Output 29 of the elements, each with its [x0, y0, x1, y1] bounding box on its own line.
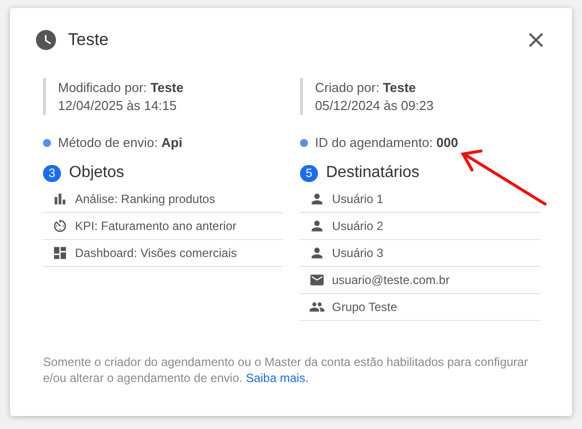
- detail-text: ID do agendamento: 000: [315, 135, 458, 150]
- list-item-text: usuario@teste.com.br: [332, 273, 450, 287]
- list-item-text: Usuário 3: [332, 246, 384, 260]
- date-text: 12/04/2025 às 14:15: [58, 98, 178, 113]
- timer-icon: [52, 218, 68, 234]
- list-item-text: Análise: Ranking produtos: [75, 192, 216, 206]
- dialog-title: Teste: [68, 30, 110, 50]
- list-item-text: Dashboard: Visões comerciais: [75, 246, 237, 260]
- list-item-text: Usuário 1: [332, 192, 384, 206]
- author-text: Modificado por: Teste: [58, 80, 184, 95]
- section-title: Objetos: [69, 164, 124, 182]
- list-item-text: KPI: Faturamento ano anterior: [75, 219, 236, 233]
- learn-more-link[interactable]: Saiba mais.: [246, 371, 309, 385]
- person-icon: [309, 245, 325, 261]
- author-text: Criado por: Teste: [315, 80, 417, 95]
- clock-icon: [34, 28, 58, 52]
- info-note: Somente o criador do agendamento ou o Master da conta estão habilitados para configurar e/ou alterar o agendamento de envio. Saiba mais.: [43, 354, 529, 386]
- dashboard-icon: [52, 245, 68, 261]
- list-item-text: Usuário 2: [332, 219, 384, 233]
- person-icon: [309, 191, 325, 207]
- person-icon: [309, 218, 325, 234]
- section-title: Destinatários: [326, 164, 420, 182]
- detail-text: Método de envio: Api: [58, 135, 182, 150]
- count-badge: 5: [300, 164, 318, 182]
- list-item-text: Grupo Teste: [332, 300, 398, 314]
- count-badge: 3: [43, 164, 61, 182]
- date-text: 05/12/2024 às 09:23: [315, 98, 435, 113]
- envelope-icon: [309, 272, 325, 288]
- bar-chart-icon: [52, 191, 68, 207]
